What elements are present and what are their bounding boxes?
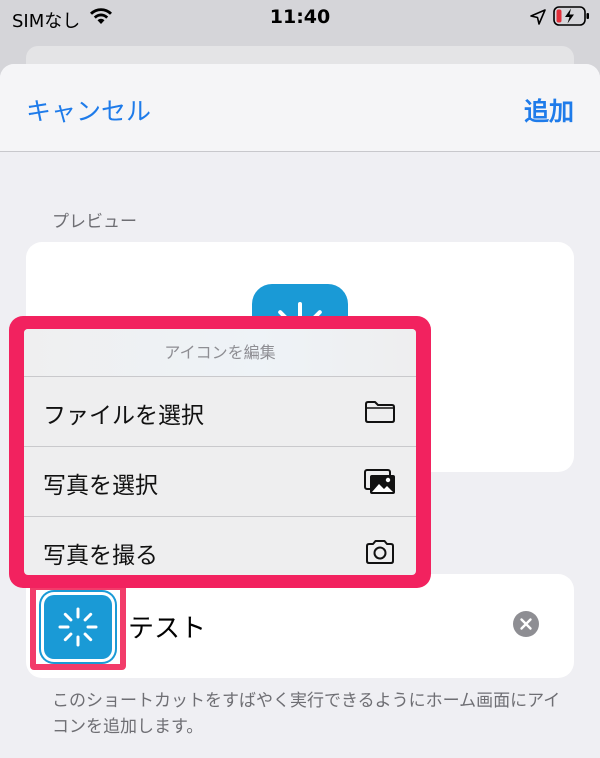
menu-item-choose-photo[interactable]: 写真を選択 xyxy=(24,447,416,517)
context-menu-highlight: アイコンを編集 ファイルを選択 写真を選択 写真を撮る xyxy=(9,316,431,588)
status-time: 11:40 xyxy=(269,6,331,28)
menu-item-take-photo[interactable]: 写真を撮る xyxy=(24,517,416,575)
edit-icon-menu: アイコンを編集 ファイルを選択 写真を選択 写真を撮る xyxy=(24,329,416,575)
photos-icon xyxy=(364,469,395,494)
folder-icon xyxy=(365,401,395,423)
camera-icon xyxy=(366,540,394,564)
menu-item-label: 写真を撮る xyxy=(43,543,158,569)
menu-item-label: ファイルを選択 xyxy=(43,403,204,429)
shortcut-name-field[interactable]: テスト xyxy=(128,608,206,645)
preview-section-label: プレビュー xyxy=(52,212,137,232)
shortcut-icon-button[interactable] xyxy=(44,595,112,659)
shortcut-icon-highlight xyxy=(30,584,126,670)
loading-spinner-icon xyxy=(58,607,98,647)
menu-title: アイコンを編集 xyxy=(24,329,416,377)
clear-text-icon[interactable] xyxy=(512,610,540,638)
add-button[interactable]: 追加 xyxy=(524,92,574,128)
menu-item-choose-file[interactable]: ファイルを選択 xyxy=(24,377,416,447)
location-arrow-icon xyxy=(530,9,546,25)
status-bar: SIMなし 11:40 xyxy=(0,0,600,34)
menu-item-label: 写真を選択 xyxy=(43,473,158,499)
shortcut-description: このショートカットをすばやく実行できるようにホーム画面にアイコンを追加します。 xyxy=(52,691,561,737)
battery-charging-icon xyxy=(553,6,589,26)
cancel-button[interactable]: キャンセル xyxy=(26,92,151,128)
nav-bar: キャンセル 追加 xyxy=(0,64,600,152)
